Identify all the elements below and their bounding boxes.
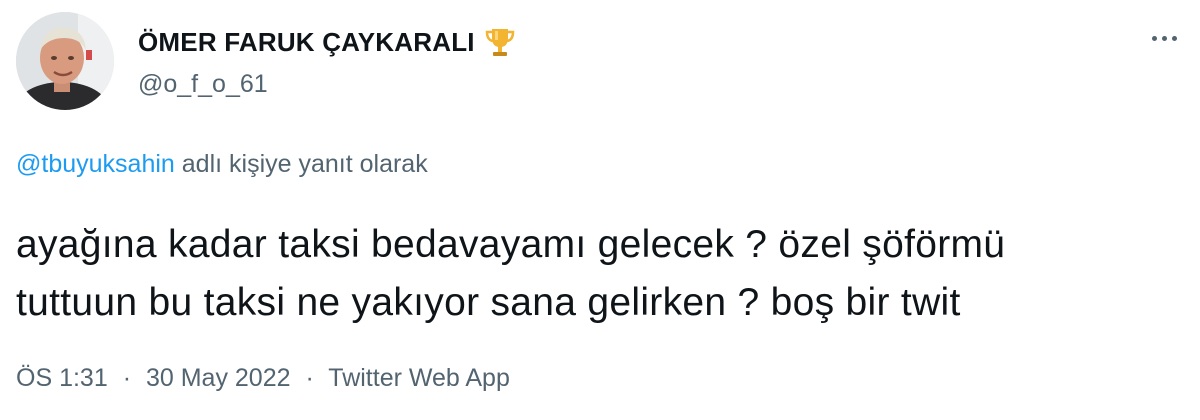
display-name-row: ÖMER FARUK ÇAYKARALI	[138, 22, 517, 62]
avatar[interactable]	[16, 12, 114, 110]
trophy-icon	[483, 25, 517, 59]
meta-separator: ·	[122, 364, 132, 392]
tweet-text-line: tuttuun bu taksi ne yakıyor sana gelirke…	[16, 281, 961, 324]
user-info: ÖMER FARUK ÇAYKARALI @o_f_o_61	[138, 22, 517, 99]
reply-suffix: adlı kişiye yanıt olarak	[181, 150, 428, 178]
tweet-source[interactable]: Twitter Web App	[328, 364, 510, 392]
tweet-time[interactable]: ÖS 1:31	[16, 364, 108, 392]
meta-separator: ·	[305, 364, 314, 392]
user-handle[interactable]: @o_f_o_61	[138, 70, 517, 99]
display-name[interactable]: ÖMER FARUK ÇAYKARALI	[138, 27, 475, 58]
tweet-meta: ÖS 1:31 · 30 May 2022 · Twitter Web App	[16, 364, 510, 393]
reply-mention-link[interactable]: @tbuyuksahin	[16, 150, 175, 178]
tweet-text: ayağına kadar taksi bedavayamı gelecek ?…	[16, 216, 1186, 332]
tweet-text-line: ayağına kadar taksi bedavayamı gelecek ?…	[16, 223, 1006, 266]
tweet: ÖMER FARUK ÇAYKARALI @o_f_o_61 @tbuyuksa…	[0, 0, 1200, 420]
more-options-icon[interactable]	[1144, 26, 1184, 50]
tweet-date[interactable]: 30 May 2022	[146, 364, 291, 392]
dot	[1161, 35, 1167, 41]
dot	[1151, 35, 1157, 41]
dot	[1171, 35, 1177, 41]
avatar-image	[16, 12, 114, 110]
reply-context: @tbuyuksahin adlı kişiye yanıt olarak	[16, 150, 428, 179]
